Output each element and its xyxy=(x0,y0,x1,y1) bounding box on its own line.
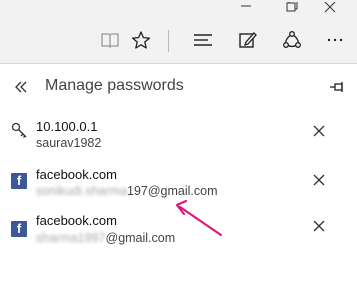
annotation-arrow xyxy=(175,199,223,237)
